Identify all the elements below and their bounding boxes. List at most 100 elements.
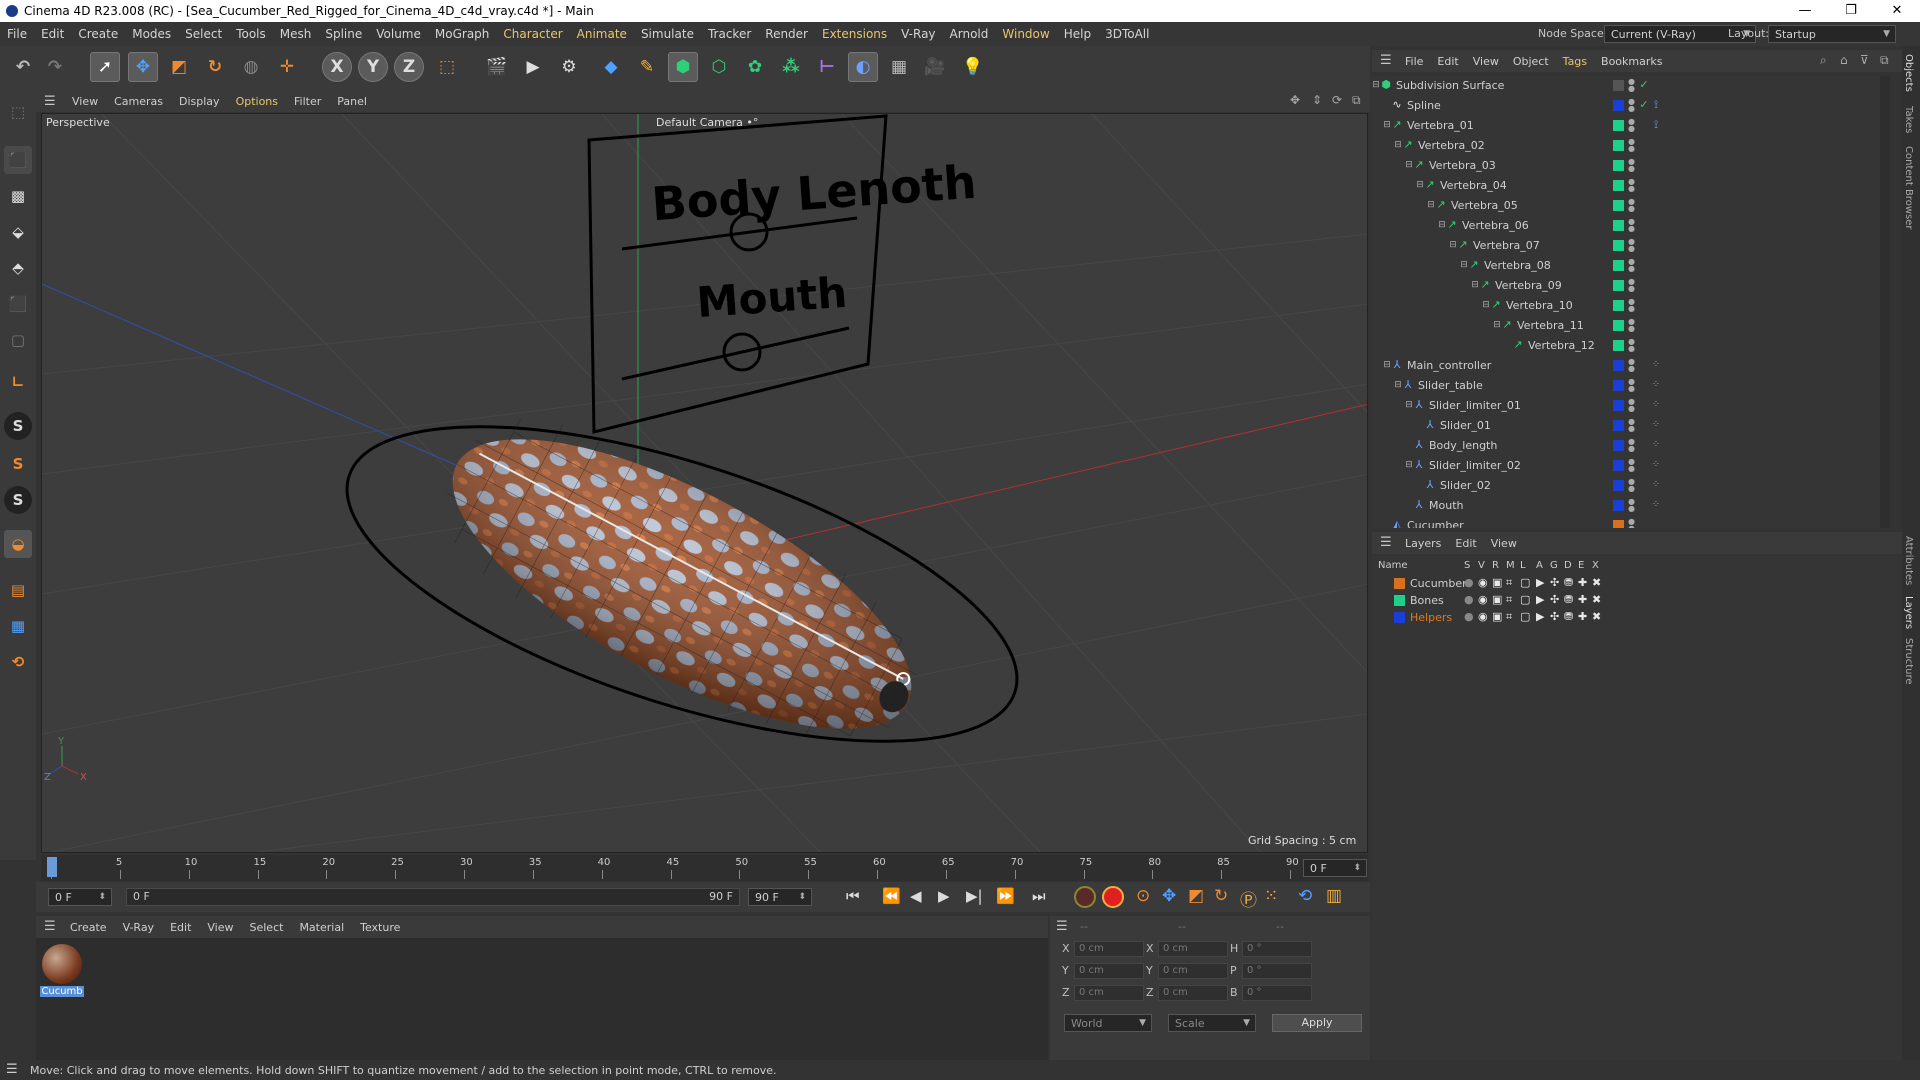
viewport-menu-display[interactable]: Display xyxy=(171,95,228,108)
layer-column-header[interactable]: E xyxy=(1578,560,1584,571)
object-row[interactable]: ⊟ ⅄ Slider_table ● ● ⁘ xyxy=(1372,376,1880,396)
menu-arnold[interactable]: Arnold xyxy=(943,27,996,41)
magnet-icon[interactable]: ◒ xyxy=(4,530,32,558)
visibility-dots-icon[interactable]: ●● xyxy=(1628,118,1635,133)
menu-select[interactable]: Select xyxy=(178,27,229,41)
layer-menu-layers[interactable]: Layers xyxy=(1398,537,1448,550)
layer-color-swatch[interactable] xyxy=(1394,595,1405,606)
layer-color-swatch[interactable] xyxy=(1613,160,1624,171)
array-generator-icon[interactable]: ⬡ xyxy=(704,52,734,82)
object-row[interactable]: ⊟ ↗ Vertebra_03 ● ● xyxy=(1372,156,1880,176)
layer-toggle-icon[interactable]: ✚ xyxy=(1578,610,1587,623)
coord-value-field[interactable]: 0 ° xyxy=(1242,963,1312,979)
viewport-pan-icon[interactable]: ✥ xyxy=(1290,93,1300,107)
end-frame-field[interactable]: 90 F ⬍ xyxy=(748,888,812,906)
visibility-dots-icon[interactable]: ●● xyxy=(1628,138,1635,153)
layer-column-header[interactable]: V xyxy=(1478,560,1485,571)
keyframe-selection-icon[interactable]: ⊙ xyxy=(1136,886,1150,906)
hamburger-icon[interactable]: ☰ xyxy=(1056,919,1068,934)
layer-toggle-icon[interactable]: ▶ xyxy=(1536,610,1544,623)
layer-row[interactable]: Bones ● ◉ ▣ ⌗ ▢ ▶ ✣ ⛃ ✚ ✖ xyxy=(1372,593,1892,610)
layer-column-header[interactable]: X xyxy=(1592,560,1599,571)
om-menu-tags[interactable]: Tags xyxy=(1556,55,1594,68)
hamburger-icon[interactable]: ☰ xyxy=(1380,535,1392,550)
visibility-dots-icon[interactable]: ●● xyxy=(1628,278,1635,293)
layer-toggle-icon[interactable]: ✣ xyxy=(1550,576,1559,589)
create-tool-icon[interactable]: ✛ xyxy=(272,52,302,82)
layer-toggle-icon[interactable]: ✖ xyxy=(1592,610,1601,623)
layer-color-swatch[interactable] xyxy=(1613,320,1624,331)
playhead[interactable] xyxy=(47,857,57,877)
layer-color-swatch[interactable] xyxy=(1613,240,1624,251)
object-row[interactable]: ⊟ ↗ Vertebra_08 ● ● xyxy=(1372,256,1880,276)
mat-menu-select[interactable]: Select xyxy=(242,921,292,934)
layer-column-header[interactable]: Name xyxy=(1378,560,1408,571)
maximize-button[interactable]: ❐ xyxy=(1828,0,1874,22)
layer-color-swatch[interactable] xyxy=(1613,480,1624,491)
layer-color-swatch[interactable] xyxy=(1613,200,1624,211)
xpresso-tag-icon[interactable]: ⁘ xyxy=(1650,419,1662,431)
coordinate-space-dropdown[interactable]: World ▼ xyxy=(1064,1014,1152,1032)
tab-structure[interactable]: Structure xyxy=(1903,638,1914,685)
timeline-ruler[interactable]: 051015202530354045505560657075808590 0 F… xyxy=(41,855,1368,881)
viewport-menu-panel[interactable]: Panel xyxy=(329,95,375,108)
key-position-icon[interactable]: ✥ xyxy=(1162,886,1176,906)
layer-toggle-icon[interactable]: ✣ xyxy=(1550,593,1559,606)
menu-simulate[interactable]: Simulate xyxy=(634,27,701,41)
om-menu-bookmarks[interactable]: Bookmarks xyxy=(1594,55,1669,68)
object-row[interactable]: ⅄ Mouth ● ● ⁘ xyxy=(1372,496,1880,516)
layer-toggle-icon[interactable]: ▢ xyxy=(1520,576,1530,589)
layer-color-swatch[interactable] xyxy=(1613,380,1624,391)
menu-create[interactable]: Create xyxy=(71,27,125,41)
undo-icon[interactable]: ↶ xyxy=(8,52,38,82)
mat-menu-create[interactable]: Create xyxy=(62,921,115,934)
layer-row[interactable]: Cucumber ● ◉ ▣ ⌗ ▢ ▶ ✣ ⛃ ✚ ✖ xyxy=(1372,576,1892,593)
key-rotation-icon[interactable]: ↻ xyxy=(1214,886,1228,906)
layer-toggle-icon[interactable]: ⛃ xyxy=(1564,576,1573,589)
visibility-dots-icon[interactable]: ●● xyxy=(1628,438,1635,453)
workplane-icon[interactable]: ▤ xyxy=(4,576,32,604)
layer-color-swatch[interactable] xyxy=(1613,440,1624,451)
layer-toggle-icon[interactable]: ▣ xyxy=(1492,576,1502,589)
tab-content-browser[interactable]: Content Browser xyxy=(1903,146,1914,229)
snap-settings-icon[interactable]: S xyxy=(4,450,32,478)
visibility-dots-icon[interactable]: ●● xyxy=(1628,478,1635,493)
object-row[interactable]: ⊟ ↗ Vertebra_11 ● ● xyxy=(1372,316,1880,336)
visibility-dots-icon[interactable]: ●● xyxy=(1628,318,1635,333)
go-to-end-icon[interactable]: ⏭ xyxy=(1032,887,1046,905)
key-pla-icon[interactable]: ⁙ xyxy=(1264,886,1278,906)
object-row[interactable]: ⊟ ↗ Vertebra_10 ● ● xyxy=(1372,296,1880,316)
filter-icon[interactable]: ⊽ xyxy=(1860,53,1869,67)
frame-range-slider[interactable]: 0 F 90 F xyxy=(126,888,740,906)
move-tool-icon[interactable]: ✥ xyxy=(128,52,158,82)
visibility-dots-icon[interactable]: ●● xyxy=(1628,178,1635,193)
xpresso-tag-icon[interactable]: ⁘ xyxy=(1650,499,1662,511)
tab-objects[interactable]: Objects xyxy=(1903,54,1914,92)
mat-menu-edit[interactable]: Edit xyxy=(162,921,199,934)
om-menu-object[interactable]: Object xyxy=(1506,55,1556,68)
texture-mode-icon[interactable]: ▩ xyxy=(4,182,32,210)
layer-row[interactable]: Helpers ● ◉ ▣ ⌗ ▢ ▶ ✣ ⛃ ✚ ✖ xyxy=(1372,610,1892,627)
edges-mode-icon[interactable]: ⬘ xyxy=(4,254,32,282)
visibility-dots-icon[interactable]: ●● xyxy=(1628,98,1635,113)
coord-value-field[interactable]: 0 cm xyxy=(1074,963,1144,979)
layer-toggle-icon[interactable]: ✚ xyxy=(1578,593,1587,606)
layer-color-swatch[interactable] xyxy=(1613,400,1624,411)
menu-window[interactable]: Window xyxy=(995,27,1056,41)
layer-color-swatch[interactable] xyxy=(1613,340,1624,351)
layer-color-swatch[interactable] xyxy=(1613,300,1624,311)
layer-toggle-icon[interactable]: ✣ xyxy=(1550,610,1559,623)
coord-value-field[interactable]: 0 cm xyxy=(1074,941,1144,957)
menu-mesh[interactable]: Mesh xyxy=(273,27,319,41)
render-settings-icon[interactable]: ⚙ xyxy=(554,52,584,82)
menu-character[interactable]: Character xyxy=(496,27,569,41)
visibility-dots-icon[interactable]: ●● xyxy=(1628,358,1635,373)
viewport-zoom-icon[interactable]: ⇕ xyxy=(1312,93,1322,107)
object-tree[interactable]: ⊟ ⬢ Subdivision Surface ● ● ✓ ∿ Spline ● ● ⟟ ✓ ⊟ ↗ Ver… xyxy=(1372,76,1880,528)
subdivision-surface-icon[interactable]: ⬢ xyxy=(668,52,698,82)
xpresso-tag-icon[interactable]: ⁘ xyxy=(1650,359,1662,371)
select-tool-icon[interactable]: ➚ xyxy=(90,52,120,82)
mat-menu-texture[interactable]: Texture xyxy=(352,921,408,934)
layer-color-swatch[interactable] xyxy=(1613,180,1624,191)
layer-toggle-icon[interactable]: ⛃ xyxy=(1564,593,1573,606)
